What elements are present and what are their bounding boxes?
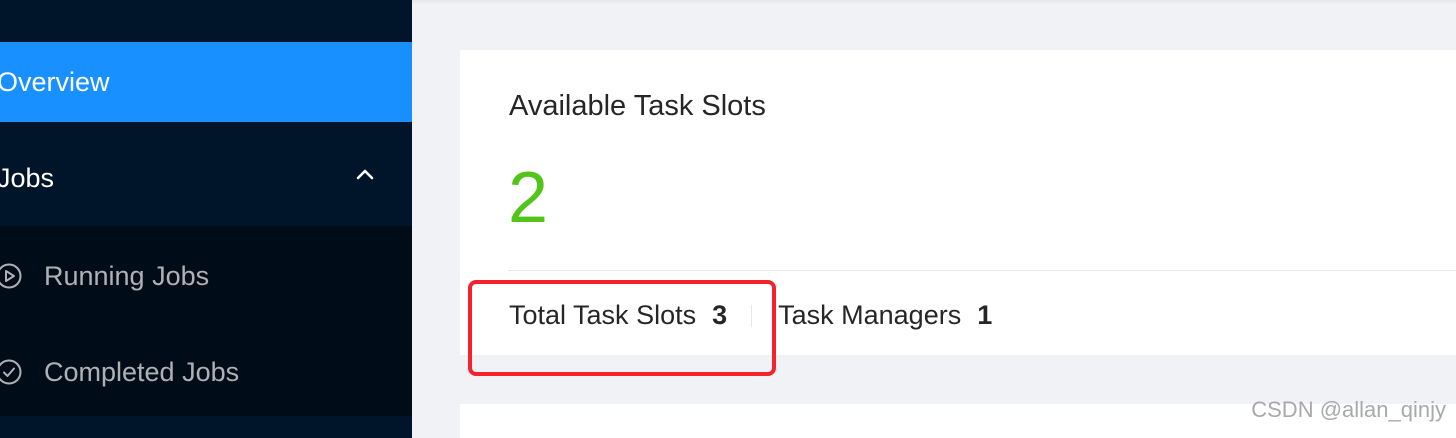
sidebar: Overview Jobs Running Jobs Completed Job… bbox=[0, 0, 412, 438]
sidebar-item-completed-jobs[interactable]: Completed Jobs bbox=[0, 332, 412, 412]
sidebar-item-jobs[interactable]: Jobs bbox=[0, 138, 412, 218]
sidebar-item-label: Running Jobs bbox=[44, 260, 210, 291]
sidebar-item-label: Jobs bbox=[0, 162, 55, 193]
watermark: CSDN @allan_qinjy bbox=[1251, 397, 1446, 422]
check-circle-icon bbox=[0, 359, 22, 385]
sidebar-item-running-jobs[interactable]: Running Jobs bbox=[0, 236, 412, 316]
sidebar-bottom bbox=[0, 416, 412, 438]
chevron-up-icon bbox=[356, 169, 374, 180]
task-managers-label: Task Managers bbox=[778, 300, 962, 330]
jobs-submenu: Running Jobs Completed Jobs bbox=[0, 226, 412, 416]
sidebar-item-label: Completed Jobs bbox=[44, 356, 240, 387]
available-task-slots-value: 2 bbox=[508, 158, 549, 238]
header-shadow bbox=[412, 0, 1456, 4]
sidebar-item-overview[interactable]: Overview bbox=[0, 42, 412, 122]
card-title: Available Task Slots bbox=[509, 90, 766, 122]
play-circle-icon bbox=[0, 263, 22, 289]
card-divider bbox=[508, 270, 1456, 271]
highlight-annotation bbox=[468, 280, 776, 376]
task-managers-value: 1 bbox=[977, 300, 993, 330]
sidebar-item-label: Overview bbox=[0, 66, 110, 97]
